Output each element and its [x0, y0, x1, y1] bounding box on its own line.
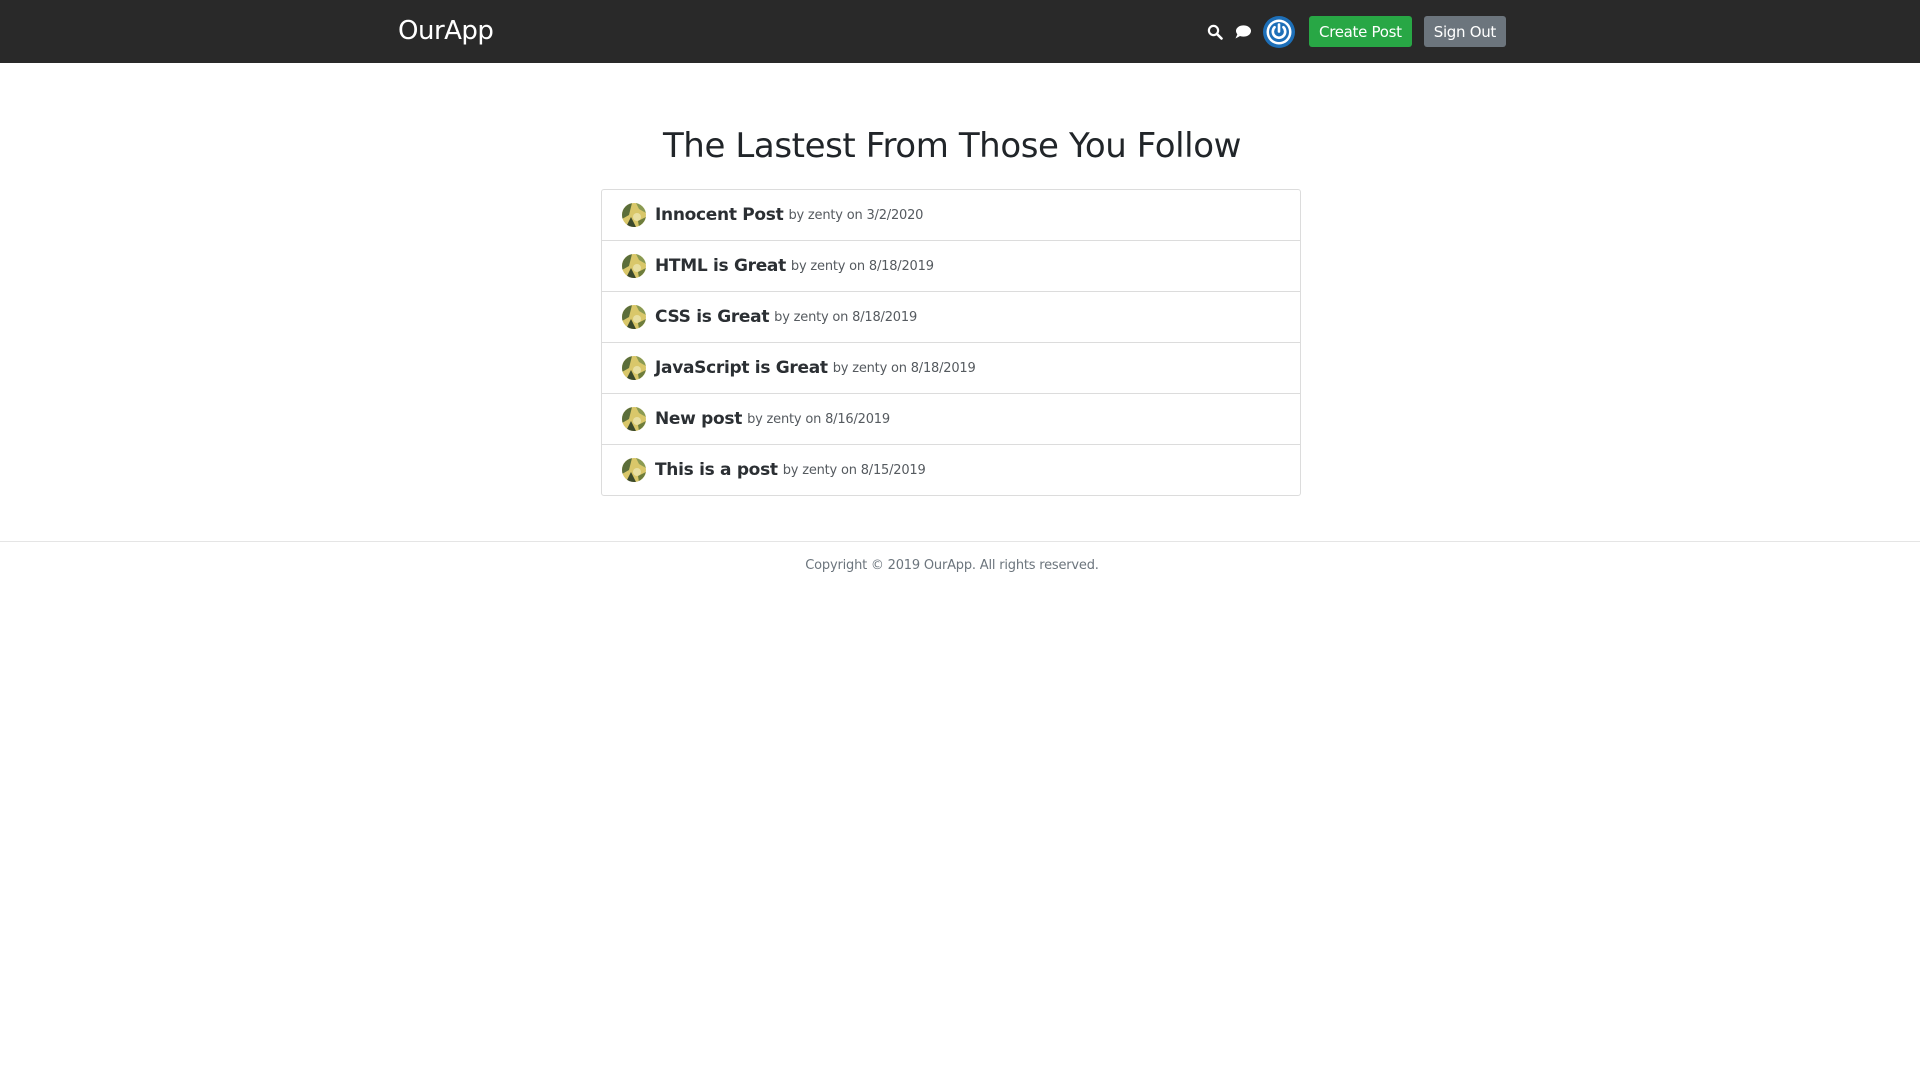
footer-divider [0, 541, 1920, 542]
post-title: JavaScript is Great [655, 358, 828, 378]
post-meta: by zenty on 8/18/2019 [790, 258, 934, 274]
post-title: CSS is Great [655, 307, 770, 327]
author-avatar [622, 458, 646, 482]
post-meta: by zenty on 8/16/2019 [747, 411, 890, 427]
header-actions: Create Post Sign Out [1205, 0, 1506, 63]
post-meta: by zenty on 8/18/2019 [774, 309, 918, 325]
post-list-item[interactable]: CSS is Great by zenty on 8/18/2019 [602, 292, 1300, 343]
author-avatar [622, 305, 646, 329]
author-avatar [622, 407, 646, 431]
post-title: Innocent Post [655, 205, 784, 225]
author-avatar [622, 356, 646, 380]
post-list-item[interactable]: Innocent Post by zenty on 3/2/2020 [602, 190, 1300, 241]
post-title: HTML is Great [655, 256, 786, 276]
post-meta: by zenty on 8/18/2019 [832, 360, 976, 376]
post-list-item[interactable]: JavaScript is Great by zenty on 8/18/201… [602, 343, 1300, 394]
post-list-item[interactable]: This is a post by zenty on 8/15/2019 [602, 445, 1300, 495]
post-meta: by zenty on 8/15/2019 [782, 462, 926, 478]
brand-logo-link[interactable]: OurApp [398, 14, 494, 48]
create-post-button[interactable]: Create Post [1309, 16, 1412, 47]
post-meta: by zenty on 3/2/2020 [788, 207, 924, 223]
page-title: The Lastest From Those You Follow [662, 126, 1242, 166]
post-title: This is a post [655, 460, 778, 480]
post-feed-list: Innocent Post by zenty on 3/2/2020 HTML … [601, 189, 1301, 496]
post-list-item[interactable]: HTML is Great by zenty on 8/18/2019 [602, 241, 1300, 292]
post-title: New post [655, 409, 743, 429]
sign-out-button[interactable]: Sign Out [1423, 16, 1506, 47]
search-icon[interactable] [1205, 22, 1225, 42]
chat-icon[interactable] [1233, 22, 1253, 42]
author-avatar [622, 254, 646, 278]
post-list-item[interactable]: New post by zenty on 8/16/2019 [602, 394, 1300, 445]
user-avatar-power-icon[interactable] [1263, 15, 1296, 48]
author-avatar [622, 203, 646, 227]
footer-copyright: Copyright © 2019 OurApp. All rights rese… [805, 558, 1099, 573]
top-navbar: OurApp Create Post Sign Out [0, 0, 1920, 63]
